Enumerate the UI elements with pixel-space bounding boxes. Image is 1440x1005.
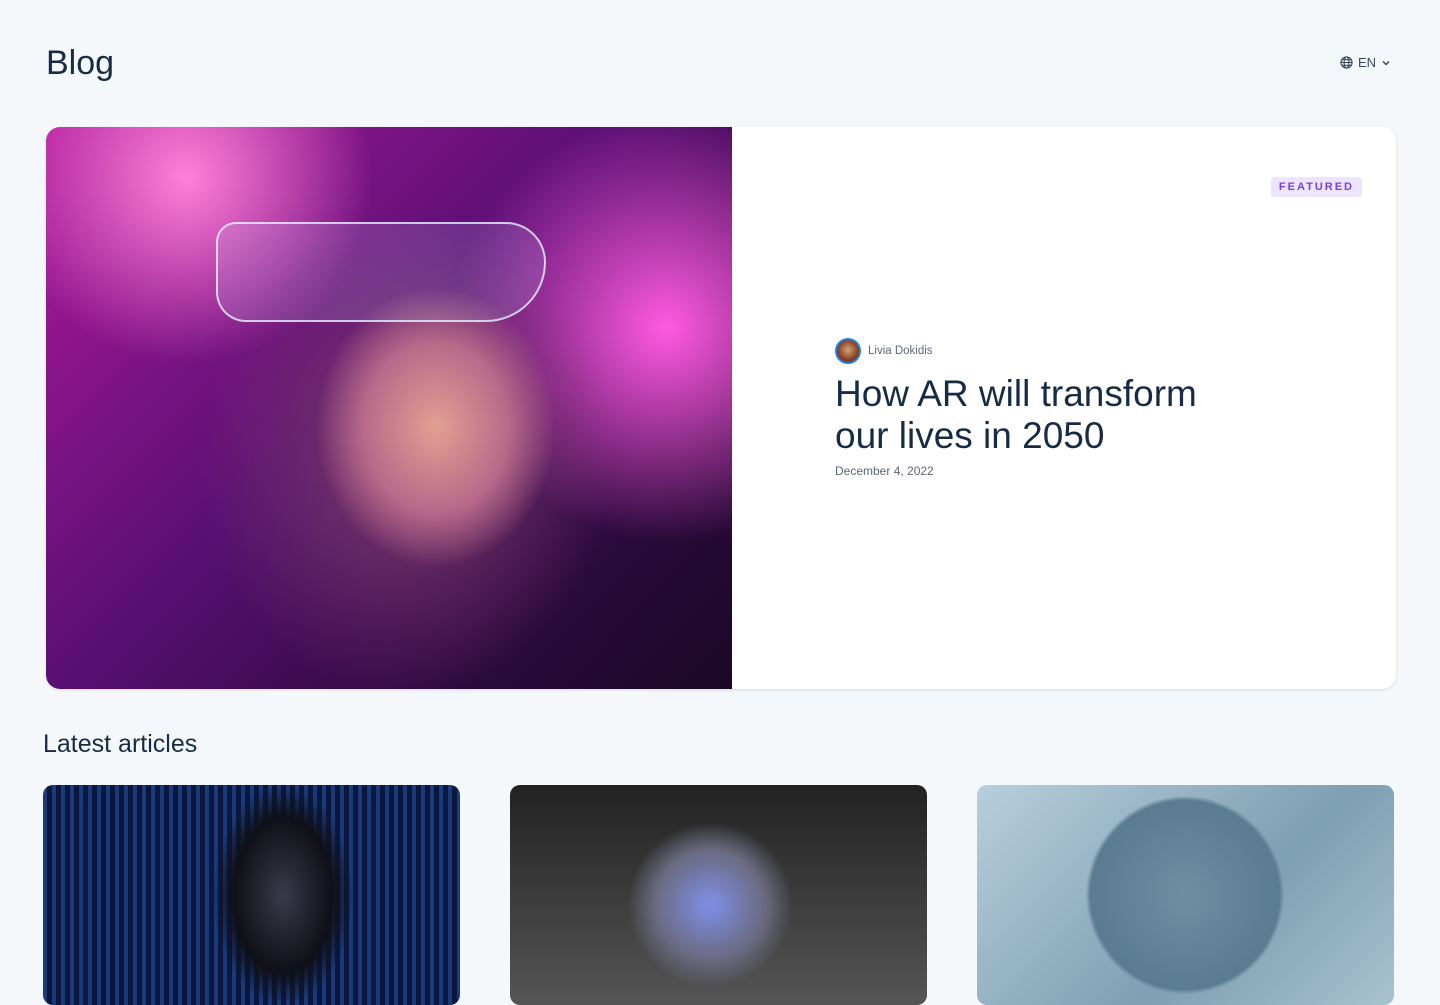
article-card-thumbnail[interactable] — [510, 785, 927, 1005]
page-title: Blog — [46, 44, 115, 82]
globe-icon — [1340, 56, 1353, 69]
ar-glasses-illustration — [216, 222, 546, 322]
featured-article-image — [46, 127, 732, 689]
latest-articles-heading: Latest articles — [43, 730, 198, 758]
language-selector[interactable]: EN — [1340, 55, 1391, 70]
article-card-thumbnail[interactable] — [977, 785, 1394, 1005]
featured-article-title[interactable]: How AR will transform our lives in 2050 — [835, 373, 1255, 457]
language-label: EN — [1358, 55, 1377, 70]
article-card-thumbnail[interactable] — [43, 785, 460, 1005]
featured-article-card[interactable]: FEATURED Livia Dokidis How AR will trans… — [46, 127, 1396, 689]
featured-badge: FEATURED — [1270, 177, 1362, 197]
author: Livia Dokidis — [835, 338, 933, 364]
chevron-down-icon — [1382, 60, 1390, 66]
avatar — [835, 338, 861, 364]
author-name: Livia Dokidis — [868, 345, 933, 357]
featured-article-date: December 4, 2022 — [835, 464, 934, 478]
